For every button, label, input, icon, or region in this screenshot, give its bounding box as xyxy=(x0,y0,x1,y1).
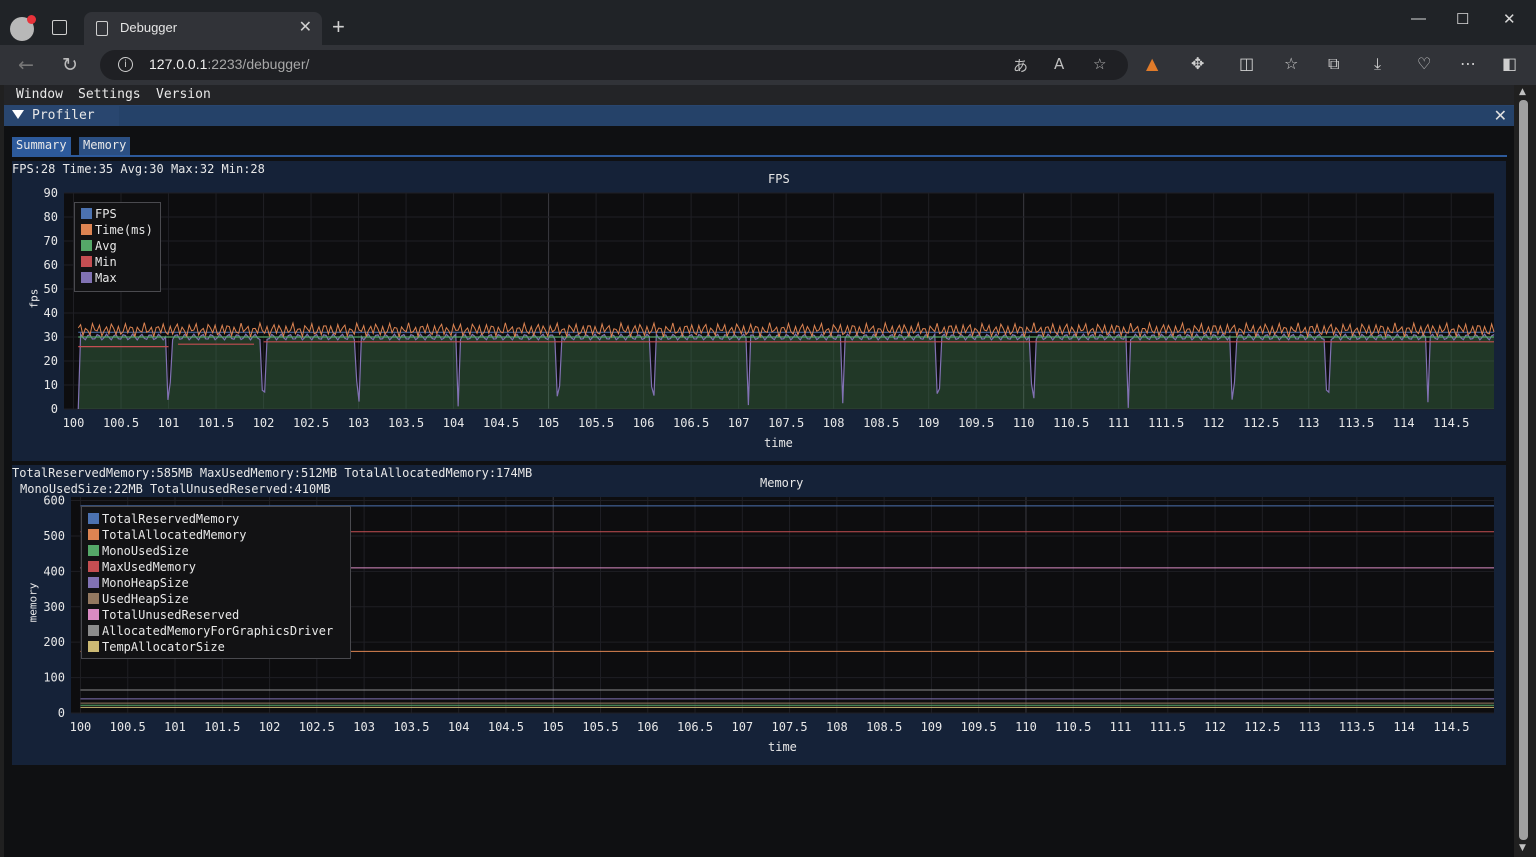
profile-icon[interactable] xyxy=(10,15,36,41)
collections-icon[interactable]: ⧉ xyxy=(1328,54,1339,74)
refresh-icon[interactable]: ↻ xyxy=(62,54,78,76)
memory-x-tick-label: 112 xyxy=(1204,720,1226,734)
memory-legend-item[interactable]: MonoUsedSize xyxy=(88,544,189,560)
close-window-button[interactable]: ✕ xyxy=(1503,10,1516,28)
memory-x-tick-label: 109.5 xyxy=(961,720,997,734)
memory-x-tick-label: 102.5 xyxy=(299,720,335,734)
memory-x-tick-label: 112.5 xyxy=(1244,720,1280,734)
memory-x-tick-label: 100.5 xyxy=(110,720,146,734)
split-screen-icon[interactable]: ◫ xyxy=(1239,54,1254,73)
extensions-puzzle-icon[interactable]: ✥ xyxy=(1191,54,1204,73)
memory-legend-item[interactable]: UsedHeapSize xyxy=(88,592,189,608)
memory-y-tick-label: 200 xyxy=(43,635,65,649)
sidebar-icon[interactable]: ◧ xyxy=(1502,54,1517,73)
memory-y-tick-label: 500 xyxy=(43,529,65,543)
memory-x-tick-label: 106 xyxy=(637,720,659,734)
scroll-down-icon[interactable]: ▼ xyxy=(1519,843,1526,853)
memory-x-tick-label: 111.5 xyxy=(1150,720,1186,734)
info-icon[interactable]: i xyxy=(118,57,133,72)
read-aloud-icon[interactable]: A xyxy=(1054,55,1064,73)
memory-x-tick-label: 106.5 xyxy=(677,720,713,734)
memory-x-tick-label: 105.5 xyxy=(582,720,618,734)
back-icon[interactable]: ← xyxy=(18,54,34,76)
address-toolbar: ← ↻ i 127.0.0.1:2233/debugger/ あ A ☆ ▲ ✥… xyxy=(0,45,1536,85)
memory-x-tick-label: 102 xyxy=(259,720,281,734)
memory-chart[interactable]: 100 100.5 101 101.5 102 102.5 103 103.5 104 104.5… xyxy=(4,85,1514,857)
extension-icon[interactable]: ▲ xyxy=(1146,54,1158,73)
memory-legend[interactable]: TotalReservedMemory TotalAllocatedMemory… xyxy=(81,506,351,659)
memory-legend-item[interactable]: TempAllocatorSize xyxy=(88,640,225,656)
tab-actions-icon[interactable] xyxy=(52,20,67,35)
memory-x-tick-label: 109 xyxy=(921,720,943,734)
page-scrollbar[interactable]: ▲ ▼ xyxy=(1514,85,1536,857)
memory-legend-item[interactable]: MaxUsedMemory xyxy=(88,560,196,576)
memory-x-tick-label: 114.5 xyxy=(1433,720,1469,734)
memory-x-tick-label: 101.5 xyxy=(204,720,240,734)
minimize-button[interactable]: — xyxy=(1411,10,1426,27)
scroll-thumb[interactable] xyxy=(1519,100,1528,840)
memory-x-tick-label: 105 xyxy=(542,720,564,734)
memory-y-tick-label: 600 xyxy=(43,494,65,508)
favorites-icon[interactable]: ☆ xyxy=(1284,54,1298,73)
more-icon[interactable]: ⋯ xyxy=(1460,54,1476,73)
downloads-icon[interactable]: ⤓ xyxy=(1374,54,1381,74)
memory-x-tick-label: 113 xyxy=(1299,720,1321,734)
document-icon xyxy=(96,21,108,36)
debugger-app: Window Settings Version Profiler ✕ Summa… xyxy=(4,85,1514,857)
memory-legend-item[interactable]: MonoHeapSize xyxy=(88,576,189,592)
memory-x-tick-label: 111 xyxy=(1110,720,1132,734)
performance-icon[interactable]: ♡ xyxy=(1417,54,1431,73)
memory-legend-item[interactable]: TotalAllocatedMemory xyxy=(88,528,247,544)
memory-x-tick-label: 101 xyxy=(164,720,186,734)
memory-x-tick-label: 100 xyxy=(70,720,92,734)
memory-x-tick-label: 108 xyxy=(826,720,848,734)
url-text[interactable]: 127.0.0.1:2233/debugger/ xyxy=(149,56,309,72)
memory-x-tick-label: 110 xyxy=(1015,720,1037,734)
memory-x-tick-label: 103 xyxy=(353,720,375,734)
memory-x-tick-label: 104.5 xyxy=(488,720,524,734)
browser-tab-bar: Debugger ✕ + — ☐ ✕ xyxy=(0,0,1536,45)
memory-y-tick-label: 400 xyxy=(43,564,65,578)
memory-y-tick-label: 0 xyxy=(58,706,65,720)
memory-x-tick-label: 113.5 xyxy=(1339,720,1375,734)
memory-x-tick-label: 103.5 xyxy=(393,720,429,734)
memory-legend-item[interactable]: TotalReservedMemory xyxy=(88,512,239,528)
favorite-star-icon[interactable]: ☆ xyxy=(1093,55,1106,73)
memory-x-tick-label: 110.5 xyxy=(1055,720,1091,734)
translate-icon[interactable]: あ xyxy=(1013,55,1028,76)
browser-tab[interactable]: Debugger ✕ xyxy=(84,12,322,45)
tab-title: Debugger xyxy=(120,20,178,35)
new-tab-button[interactable]: + xyxy=(332,14,345,40)
memory-x-tick-label: 104 xyxy=(448,720,470,734)
memory-x-tick-label: 108.5 xyxy=(866,720,902,734)
memory-legend-item[interactable]: TotalUnusedReserved xyxy=(88,608,239,624)
tab-close-button[interactable]: ✕ xyxy=(299,17,312,36)
maximize-button[interactable]: ☐ xyxy=(1456,10,1469,28)
address-bar[interactable]: i 127.0.0.1:2233/debugger/ あ A ☆ xyxy=(100,50,1128,80)
memory-y-tick-label: 300 xyxy=(43,600,65,614)
scroll-up-icon[interactable]: ▲ xyxy=(1519,87,1526,97)
memory-x-tick-label: 107 xyxy=(731,720,753,734)
memory-y-tick-label: 100 xyxy=(43,671,65,685)
memory-x-tick-label: 114 xyxy=(1393,720,1415,734)
memory-legend-item[interactable]: AllocatedMemoryForGraphicsDriver xyxy=(88,624,333,640)
memory-x-tick-label: 107.5 xyxy=(772,720,808,734)
